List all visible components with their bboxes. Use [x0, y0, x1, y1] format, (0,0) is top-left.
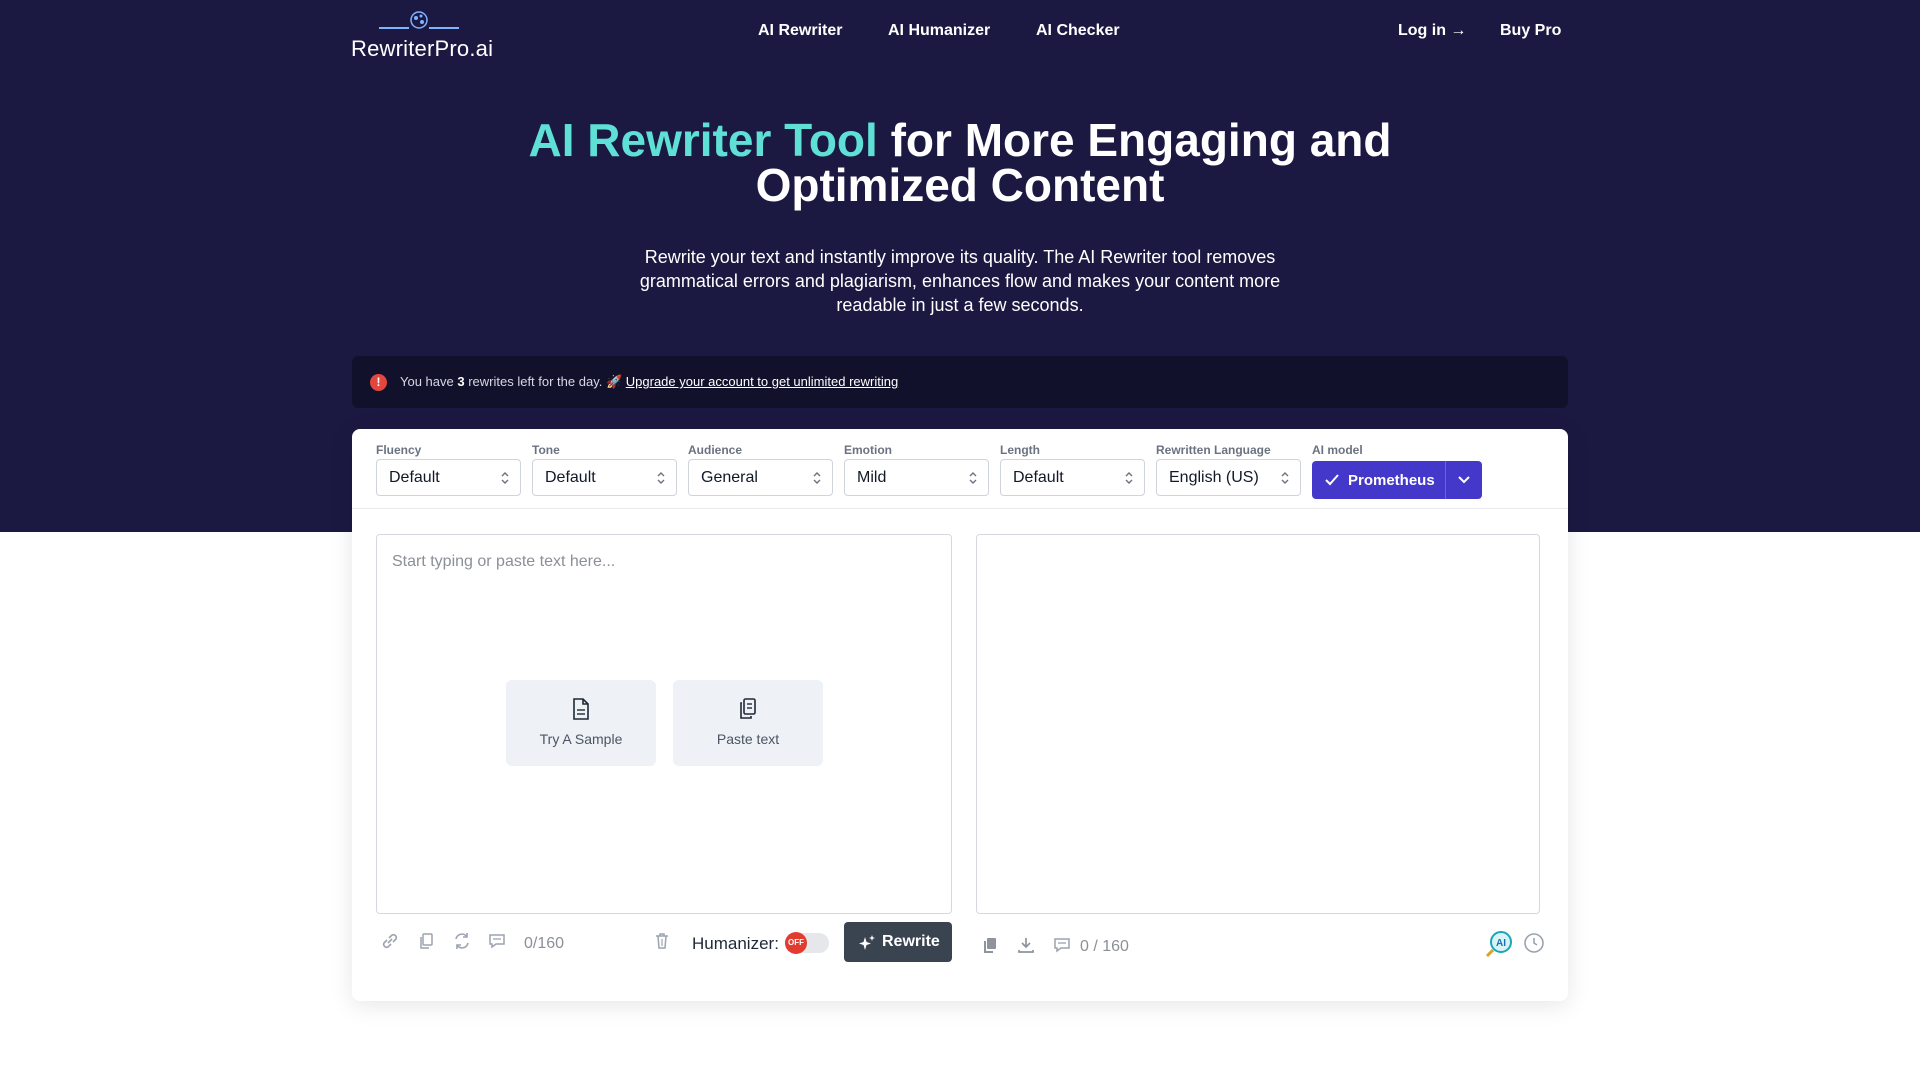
language-select[interactable]: English (US) — [1156, 459, 1301, 496]
try-sample-label: Try A Sample — [539, 731, 623, 747]
try-sample-button[interactable]: Try A Sample — [506, 680, 656, 766]
rewrites-left-notice: ! You have 3 rewrites left for the day. … — [352, 356, 1568, 408]
ai-model-value: Prometheus — [1348, 472, 1435, 489]
notice-text: You have 3 rewrites left for the day. 🚀 … — [400, 374, 898, 390]
logo-text: RewriterPro.ai — [351, 36, 494, 61]
document-icon — [573, 698, 589, 720]
trash-icon[interactable] — [652, 931, 672, 951]
ai-model-option: AI model — [1312, 443, 1457, 458]
output-word-counter: 0 / 160 — [1080, 938, 1129, 955]
updown-icon — [1125, 472, 1133, 484]
fluency-select[interactable]: Default — [376, 459, 521, 496]
updown-icon — [1281, 472, 1289, 484]
emotion-label: Emotion — [844, 443, 892, 457]
tone-value: Default — [545, 469, 596, 486]
paste-text-label: Paste text — [716, 731, 780, 747]
updown-icon — [657, 472, 665, 484]
input-placeholder: Start typing or paste text here... — [392, 553, 616, 570]
audience-value: General — [701, 469, 758, 486]
audience-label: Audience — [688, 443, 743, 457]
rewrites-count: 3 — [457, 374, 465, 389]
ai-model-label: AI model — [1312, 443, 1363, 457]
fluency-label: Fluency — [376, 443, 422, 457]
rewrite-label: Rewrite — [882, 933, 940, 950]
rewriter-card: Fluency Default Tone Default Audience Ge… — [352, 429, 1568, 1001]
site-header: RewriterPro.ai AI Rewriter AI Humanizer … — [0, 0, 1920, 64]
notice-suffix: rewrites left for the day. 🚀 — [464, 374, 626, 389]
emotion-option: Emotion Mild — [844, 443, 989, 496]
updown-icon — [969, 472, 977, 484]
buy-pro-link[interactable]: Buy Pro — [1500, 22, 1561, 40]
tone-option: Tone Default — [532, 443, 677, 496]
copy-output-icon[interactable] — [980, 935, 1000, 955]
paste-text-button[interactable]: Paste text — [673, 680, 823, 766]
copy-icon[interactable] — [416, 931, 436, 951]
toggle-state: OFF — [785, 932, 807, 954]
alert-icon: ! — [370, 374, 387, 391]
audience-option: Audience General — [688, 443, 833, 496]
page-title: AI Rewriter Tool for More Engaging and O… — [460, 117, 1460, 208]
output-text-area[interactable] — [976, 534, 1540, 914]
divider — [1445, 461, 1446, 499]
refresh-icon[interactable] — [452, 931, 472, 951]
notice-prefix: You have — [400, 374, 458, 389]
emotion-value: Mild — [857, 469, 887, 486]
check-icon — [1325, 474, 1339, 486]
updown-icon — [501, 472, 509, 484]
input-word-counter: 0/160 — [524, 935, 565, 952]
chevron-down-icon[interactable] — [1458, 475, 1470, 485]
login-link[interactable]: Log in → — [1398, 22, 1466, 40]
site-logo[interactable]: RewriterPro.ai — [351, 8, 493, 61]
page-subtitle: Rewrite your text and instantly improve … — [639, 247, 1281, 315]
history-icon[interactable] — [1522, 931, 1546, 955]
input-text-area[interactable]: Start typing or paste text here... Try A… — [376, 534, 952, 914]
fluency-value: Default — [389, 469, 440, 486]
language-value: English (US) — [1169, 469, 1259, 486]
ai-detector-icon[interactable]: AI — [1484, 929, 1514, 959]
comment-output-icon[interactable] — [1052, 935, 1072, 955]
comment-icon[interactable] — [487, 931, 507, 951]
updown-icon — [813, 472, 821, 484]
nav-ai-humanizer[interactable]: AI Humanizer — [888, 22, 990, 40]
divider — [352, 508, 1568, 509]
audience-select[interactable]: General — [688, 459, 833, 496]
humanizer-toggle[interactable]: OFF — [785, 932, 829, 954]
upgrade-link[interactable]: Upgrade your account to get unlimited re… — [626, 374, 898, 389]
fluency-option: Fluency Default — [376, 443, 521, 496]
length-option: Length Default — [1000, 443, 1145, 496]
link-icon[interactable] — [380, 931, 400, 951]
length-select[interactable]: Default — [1000, 459, 1145, 496]
language-option: Rewritten Language English (US) — [1156, 443, 1301, 496]
nav-ai-rewriter[interactable]: AI Rewriter — [758, 22, 842, 40]
logo-mark-icon — [379, 11, 459, 29]
ai-model-button[interactable]: Prometheus — [1312, 461, 1482, 499]
clipboard-icon — [740, 698, 756, 719]
length-value: Default — [1013, 469, 1064, 486]
rewrite-button[interactable]: Rewrite — [844, 922, 952, 962]
humanizer-label: Humanizer: — [692, 934, 779, 953]
language-label: Rewritten Language — [1156, 443, 1271, 457]
download-icon[interactable] — [1016, 935, 1036, 955]
svg-text:AI: AI — [1496, 938, 1506, 949]
emotion-select[interactable]: Mild — [844, 459, 989, 496]
nav-ai-checker[interactable]: AI Checker — [1036, 22, 1120, 40]
length-label: Length — [1000, 443, 1040, 457]
sparkle-icon — [859, 935, 875, 950]
tone-label: Tone — [532, 443, 560, 457]
tone-select[interactable]: Default — [532, 459, 677, 496]
